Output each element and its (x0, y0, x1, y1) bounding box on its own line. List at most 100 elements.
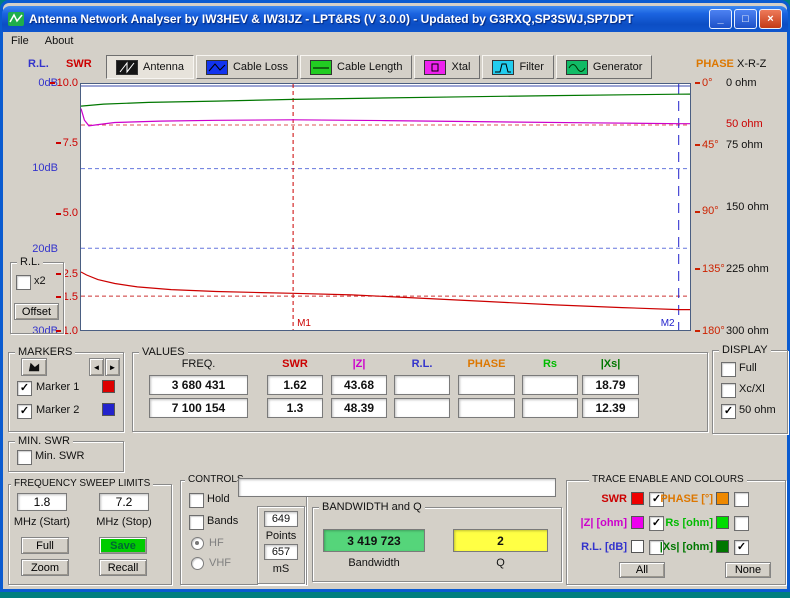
filter-icon (492, 59, 515, 75)
chart-svg: M1 M2 (80, 84, 691, 330)
sweep-recall-button[interactable]: Recall (99, 559, 147, 576)
minimize-button[interactable]: _ (709, 9, 732, 29)
bandwidth-value-field: 3 419 723 (323, 529, 425, 552)
m2-phase-value (458, 398, 515, 418)
trace-rs-label: Rs [ohm] (665, 517, 713, 529)
trace-rs-checkbox[interactable] (734, 516, 749, 531)
trace-xs-swatch[interactable] (716, 540, 729, 553)
tab-cable-length[interactable]: Cable Length (300, 55, 413, 79)
trace-phase-checkbox[interactable] (734, 492, 749, 507)
sweep-save-button[interactable]: Save (99, 537, 147, 554)
hf-radio[interactable] (191, 537, 204, 550)
bandwidth-group: BANDWIDTH and Q 3 419 723 Bandwidth 2 Q (312, 500, 562, 582)
trace-swr-swatch[interactable] (631, 492, 644, 505)
tab-label: Xtal (451, 61, 471, 73)
tab-label: Filter (519, 61, 544, 73)
sweep-zoom-button[interactable]: Zoom (21, 559, 69, 576)
col-header-freq: FREQ. (181, 358, 216, 370)
offset-button[interactable]: Offset (14, 303, 59, 320)
markers-group: MARKERS ◄ ► ✓ Marker 1 ✓ Marker 2 (8, 345, 124, 432)
marker-prev-button[interactable]: ◄ (89, 358, 104, 376)
col-header-z: |Z| (352, 358, 366, 370)
chart-plot[interactable]: M1 M2 (80, 83, 691, 331)
trace-xs-label: |Xs| [ohm] (659, 541, 713, 553)
trace-rl-swatch[interactable] (631, 540, 644, 553)
vhf-radio[interactable] (191, 557, 204, 570)
marker-label-M2: M2 (661, 318, 675, 329)
xtal-icon (424, 59, 447, 75)
trace-none-button[interactable]: None (725, 562, 771, 578)
ms-value-field: 657 (264, 544, 298, 560)
marker2-checkbox[interactable]: ✓ (17, 404, 32, 419)
title-bar: Antenna Network Analyser by IW3HEV & IW3… (2, 6, 788, 32)
marker1-color-swatch[interactable] (102, 380, 115, 393)
menu-about[interactable]: About (37, 33, 82, 49)
bands-checkbox[interactable] (189, 515, 204, 530)
sweep-limits-group-label: FREQUENCY SWEEP LIMITS (11, 477, 154, 491)
cable-loss-icon (205, 59, 228, 75)
sweep-limits-group: FREQUENCY SWEEP LIMITS MHz (Start) MHz (… (8, 477, 172, 585)
tick-label: 135° (695, 263, 725, 275)
trace-z-swatch[interactable] (631, 516, 644, 529)
hold-checkbox[interactable] (189, 493, 204, 508)
bands-label: Bands (207, 515, 239, 527)
marker2-color-swatch[interactable] (102, 403, 115, 416)
display-full-label: Full (739, 362, 757, 374)
marker1-label: Marker 1 (36, 381, 80, 393)
tab-label: Generator (592, 61, 643, 73)
min-swr-group-label: MIN. SWR (15, 434, 73, 448)
xrz-axis-header: X-R-Z (737, 58, 767, 70)
tab-label: Antenna (143, 61, 184, 73)
tick-label: 5.0 (56, 207, 78, 219)
tab-cable-loss[interactable]: Cable Loss (195, 55, 299, 79)
command-input[interactable] (238, 478, 556, 497)
app-icon (8, 12, 24, 26)
m2-rl-value (394, 398, 450, 418)
display-50ohm-checkbox[interactable]: ✓ (721, 404, 736, 419)
rl-x2-checkbox[interactable] (16, 275, 31, 290)
ohm-axis-ticks: 0 ohm 50 ohm 75 ohm 150 ohm 225 ohm 300 ohm (726, 77, 786, 337)
tab-label: Cable Loss (232, 61, 289, 73)
display-xcxl-checkbox[interactable] (721, 383, 736, 398)
m1-rs-value (522, 375, 578, 395)
tab-antenna[interactable]: Antenna (106, 55, 194, 79)
rl-offset-group-label: R.L. (17, 255, 44, 269)
tick-label: 45° (695, 139, 719, 151)
trace-all-button[interactable]: All (619, 562, 665, 578)
generator-icon (565, 59, 588, 75)
swr-axis-header: SWR (66, 58, 92, 70)
values-group: VALUES FREQ. SWR |Z| R.L. PHASE Rs |Xs| … (132, 345, 708, 432)
tab-xtal[interactable]: Xtal (414, 55, 481, 79)
tick-label: 150 ohm (726, 201, 769, 213)
sweep-full-button[interactable]: Full (21, 537, 69, 554)
m2-xs-value: 12.39 (582, 398, 639, 418)
trace-rs-swatch[interactable] (716, 516, 729, 529)
display-xcxl-label: Xc/Xl (739, 383, 765, 395)
points-timing-box: 649 Points 657 mS (257, 506, 305, 584)
display-full-checkbox[interactable] (721, 362, 736, 377)
min-swr-checkbox[interactable] (17, 450, 32, 465)
marker-next-button[interactable]: ► (105, 358, 120, 376)
trace-phase-swatch[interactable] (716, 492, 729, 505)
sweep-stop-input[interactable] (99, 493, 149, 511)
display-group-label: DISPLAY (719, 343, 771, 357)
maximize-button[interactable]: □ (734, 9, 757, 29)
marker-select-button[interactable] (21, 358, 47, 376)
m2-z-value: 48.39 (331, 398, 387, 418)
marker1-checkbox[interactable]: ✓ (17, 381, 32, 396)
sweep-start-input[interactable] (17, 493, 67, 511)
points-label: Points (265, 530, 297, 542)
col-header-swr: SWR (282, 358, 308, 370)
trace-xs-checkbox[interactable]: ✓ (734, 540, 749, 555)
tab-filter[interactable]: Filter (482, 55, 554, 79)
tab-generator[interactable]: Generator (555, 55, 653, 79)
col-header-rs: Rs (542, 358, 558, 370)
window-title: Antenna Network Analyser by IW3HEV & IW3… (29, 12, 634, 26)
trace-xs-mag (80, 93, 691, 107)
menu-file[interactable]: File (3, 33, 37, 49)
points-value-field[interactable]: 649 (264, 511, 298, 527)
tick-label: 90° (695, 205, 719, 217)
tick-label: 225 ohm (726, 263, 769, 275)
close-button[interactable]: × (759, 9, 782, 29)
rl-axis-header: R.L. (28, 58, 49, 70)
